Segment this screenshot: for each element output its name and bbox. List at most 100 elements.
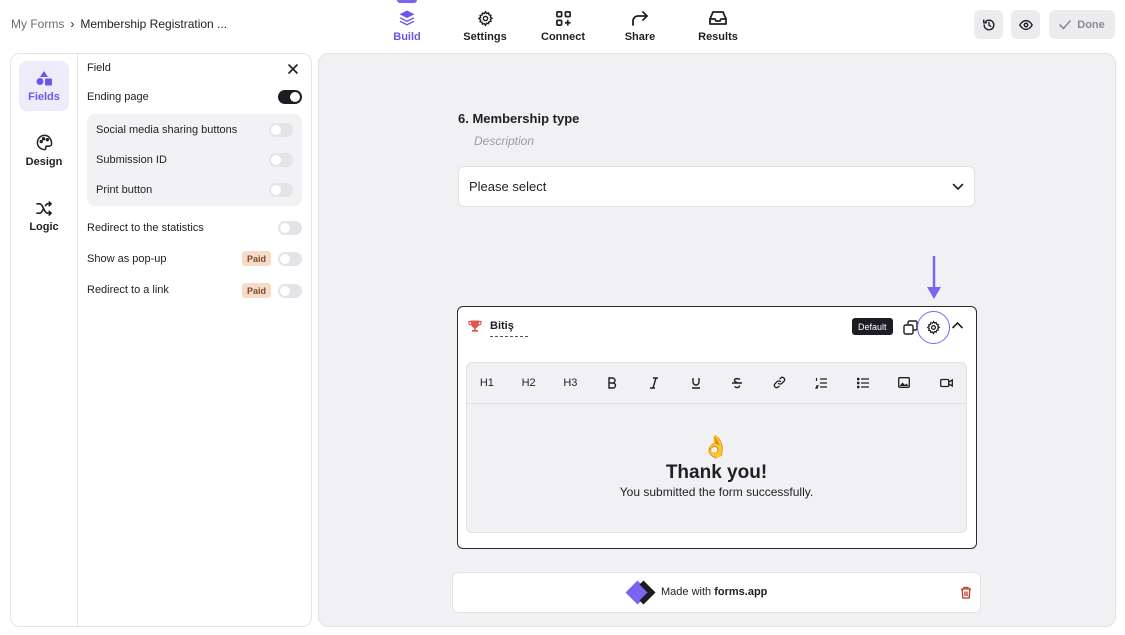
- duplicate-icon[interactable]: [903, 320, 918, 335]
- rail-label: Fields: [28, 90, 60, 103]
- link-button[interactable]: [758, 368, 800, 398]
- redirect-link-toggle[interactable]: [278, 284, 302, 298]
- editor-toolbar: H1 H2 H3: [466, 362, 967, 404]
- h1-label: H1: [479, 376, 494, 389]
- redirect-link-label: Redirect to a link: [87, 284, 169, 296]
- done-button[interactable]: Done: [1049, 10, 1115, 39]
- breadcrumb: My Forms › Membership Registration ...: [11, 17, 227, 31]
- trophy-icon: [468, 319, 482, 333]
- rail-label: Logic: [29, 221, 59, 233]
- done-label: Done: [1077, 18, 1105, 31]
- tab-label: Results: [698, 31, 738, 43]
- question-description[interactable]: Description: [474, 134, 534, 148]
- breadcrumb-current-form[interactable]: Membership Registration ...: [80, 17, 227, 31]
- trash-icon[interactable]: [960, 586, 972, 599]
- rail-fields[interactable]: Fields: [19, 61, 69, 111]
- eye-icon: [1018, 18, 1033, 32]
- breadcrumb-separator: ›: [70, 17, 75, 31]
- made-with-text[interactable]: Made with forms.app: [661, 586, 767, 598]
- image-button[interactable]: [884, 368, 926, 398]
- bullet-list-icon: [856, 377, 869, 389]
- link-icon: [773, 376, 786, 389]
- submission-id-toggle[interactable]: [269, 153, 293, 167]
- print-button-toggle[interactable]: [269, 183, 293, 197]
- bullet-list-button[interactable]: [842, 368, 884, 398]
- rail-label: Design: [25, 156, 63, 168]
- history-button[interactable]: [974, 10, 1003, 39]
- gear-icon: [477, 8, 494, 28]
- heading-3-button[interactable]: H3: [550, 368, 592, 398]
- arrow-down-icon: [925, 256, 943, 300]
- forms-app-logo: [625, 580, 656, 605]
- underline-icon: [691, 377, 701, 389]
- rail-logic[interactable]: Logic: [19, 192, 69, 242]
- ending-settings-button[interactable]: [917, 311, 950, 344]
- popup-label: Show as pop-up: [87, 253, 167, 265]
- heading-2-button[interactable]: H2: [508, 368, 550, 398]
- tab-connect[interactable]: Connect: [528, 6, 598, 43]
- strikethrough-button[interactable]: [717, 368, 759, 398]
- ending-page-toggle[interactable]: [278, 90, 302, 104]
- tab-share[interactable]: Share: [605, 6, 675, 43]
- paid-badge: Paid: [242, 283, 272, 298]
- name-underline: [490, 336, 528, 337]
- ordered-list-button[interactable]: [800, 368, 842, 398]
- active-tab-indicator: [397, 0, 417, 3]
- ordered-list-icon: [814, 377, 827, 389]
- check-icon: [1059, 19, 1072, 30]
- tab-label: Connect: [541, 31, 585, 43]
- redirect-statistics-label: Redirect to the statistics: [87, 222, 204, 234]
- submission-id-label: Submission ID: [96, 154, 167, 166]
- rail-design[interactable]: Design: [19, 126, 69, 176]
- image-icon: [898, 377, 911, 388]
- gear-icon: [926, 320, 941, 335]
- underline-button[interactable]: [675, 368, 717, 398]
- breadcrumb-my-forms[interactable]: My Forms: [11, 17, 64, 31]
- heading-1-button[interactable]: H1: [466, 368, 508, 398]
- italic-icon: [649, 376, 659, 389]
- membership-type-select[interactable]: Please select: [458, 166, 975, 207]
- bold-button[interactable]: [591, 368, 633, 398]
- default-badge: Default: [852, 318, 893, 335]
- thank-you-heading[interactable]: Thank you!: [466, 462, 967, 484]
- history-icon: [982, 18, 996, 32]
- question-title[interactable]: 6. Membership type: [458, 111, 579, 126]
- chevron-up-icon[interactable]: [952, 321, 963, 329]
- social-sharing-toggle[interactable]: [269, 123, 293, 137]
- chevron-down-icon: [952, 183, 964, 191]
- ending-page-label: Ending page: [87, 91, 149, 103]
- ending-page-name[interactable]: Bitiş: [490, 320, 514, 332]
- share-arrow-icon: [631, 8, 649, 28]
- h2-label: H2: [521, 376, 536, 389]
- tab-label: Settings: [463, 31, 507, 43]
- tab-label: Build: [393, 31, 421, 43]
- strikethrough-icon: [731, 377, 743, 389]
- popup-toggle[interactable]: [278, 252, 302, 266]
- inbox-icon: [709, 8, 727, 28]
- tab-build[interactable]: Build: [372, 0, 442, 43]
- shuffle-icon: [35, 201, 53, 216]
- tab-settings[interactable]: Settings: [450, 6, 520, 43]
- social-sharing-label: Social media sharing buttons: [96, 124, 238, 136]
- bold-icon: [607, 376, 617, 389]
- palette-icon: [36, 134, 53, 151]
- h3-label: H3: [563, 376, 578, 389]
- italic-button[interactable]: [633, 368, 675, 398]
- paid-badge: Paid: [242, 251, 272, 266]
- tab-results[interactable]: Results: [683, 6, 753, 43]
- made-with-label: Made with: [661, 586, 712, 598]
- video-icon: [939, 378, 953, 388]
- redirect-statistics-toggle[interactable]: [278, 221, 302, 235]
- close-icon[interactable]: [286, 62, 300, 76]
- thank-you-message[interactable]: You submitted the form successfully.: [466, 485, 967, 499]
- brand-name: forms.app: [714, 586, 768, 598]
- tab-label: Share: [624, 31, 656, 43]
- video-button[interactable]: [925, 368, 967, 398]
- layers-icon: [398, 8, 416, 28]
- ok-hand-emoji: 👌: [702, 434, 730, 459]
- apps-plus-icon: [555, 8, 572, 28]
- select-placeholder: Please select: [469, 179, 547, 194]
- preview-button[interactable]: [1011, 10, 1040, 39]
- shapes-icon: [35, 70, 53, 86]
- print-button-label: Print button: [96, 184, 153, 196]
